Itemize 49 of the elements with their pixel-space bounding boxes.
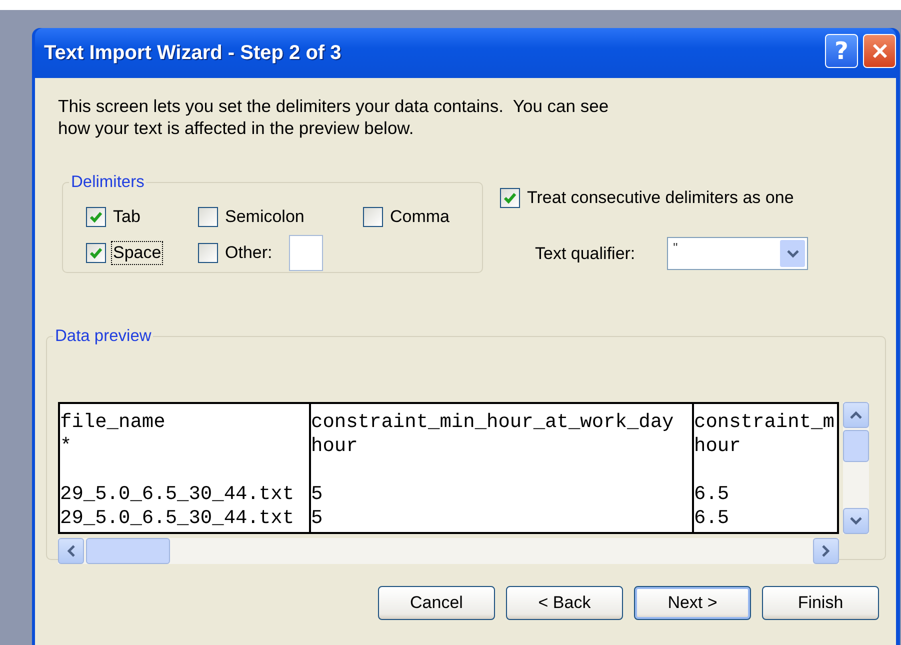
scroll-right-icon[interactable] <box>813 538 839 564</box>
window-title: Text Import Wizard - Step 2 of 3 <box>44 42 342 64</box>
checkbox[interactable] <box>500 188 520 208</box>
qualifier-dropdown[interactable]: " <box>667 237 808 270</box>
dialog-button[interactable]: Next > <box>634 586 751 620</box>
checkbox-label: Treat consecutive delimiters as one <box>526 187 795 209</box>
checkbox-label: Tab <box>112 206 142 228</box>
help-button[interactable]: ? <box>825 34 858 68</box>
checkbox-label: Space <box>111 241 164 265</box>
field-label: Text qualifier: <box>535 244 636 264</box>
checkbox-label: Comma <box>389 206 451 228</box>
table-cell-text: 5 <box>311 506 324 530</box>
checkbox-label: Other: <box>224 242 274 264</box>
table-cell-text: 5 <box>311 482 324 506</box>
group-label: Delimiters <box>70 173 146 192</box>
table-cell-text: * <box>60 434 73 458</box>
input-field[interactable] <box>289 235 324 271</box>
table-cell-text: 6.5 <box>694 506 730 530</box>
check-icon <box>89 247 103 259</box>
scroll-thumb[interactable] <box>843 430 869 462</box>
table-cell-text: hour <box>311 434 359 458</box>
checkbox-label: Semicolon <box>224 206 306 228</box>
table-cell-text: 29_5.0_6.5_30_44.txt <box>60 506 296 530</box>
table-cell-text: constraint_min_hour_at_work_day <box>311 410 675 434</box>
checkbox[interactable] <box>198 243 218 263</box>
table-cell-text: constraint_m <box>694 410 836 434</box>
checkbox[interactable] <box>198 207 218 227</box>
table-cell-text: 6.5 <box>694 482 730 506</box>
scroll-thumb[interactable] <box>86 538 170 564</box>
close-button[interactable] <box>863 34 896 68</box>
table-cell-text: 29_5.0_6.5_30_44.txt <box>60 482 296 506</box>
dialog-button[interactable]: Finish <box>762 586 879 620</box>
dialog-button[interactable]: < Back <box>506 586 623 620</box>
checkbox[interactable] <box>363 207 383 227</box>
checkbox[interactable] <box>86 243 106 263</box>
horizontal-scrollbar[interactable] <box>58 538 839 564</box>
scroll-left-icon[interactable] <box>58 538 84 564</box>
scroll-up-icon[interactable] <box>843 402 869 428</box>
group-label: Data preview <box>54 327 152 346</box>
check-icon <box>89 211 103 223</box>
vertical-scrollbar[interactable] <box>843 402 869 534</box>
instruction-text: This screen lets you set the delimiters your data contains. You can see how your text is affected in the preview below. <box>58 95 610 139</box>
dialog-button[interactable]: Cancel <box>378 586 495 620</box>
check-icon <box>503 192 517 204</box>
scroll-down-icon[interactable] <box>843 508 869 534</box>
table-cell-text: file_name <box>60 410 166 434</box>
table-cell-text: hour <box>694 434 742 458</box>
close-icon[interactable] <box>870 42 888 60</box>
checkbox[interactable] <box>86 207 106 227</box>
